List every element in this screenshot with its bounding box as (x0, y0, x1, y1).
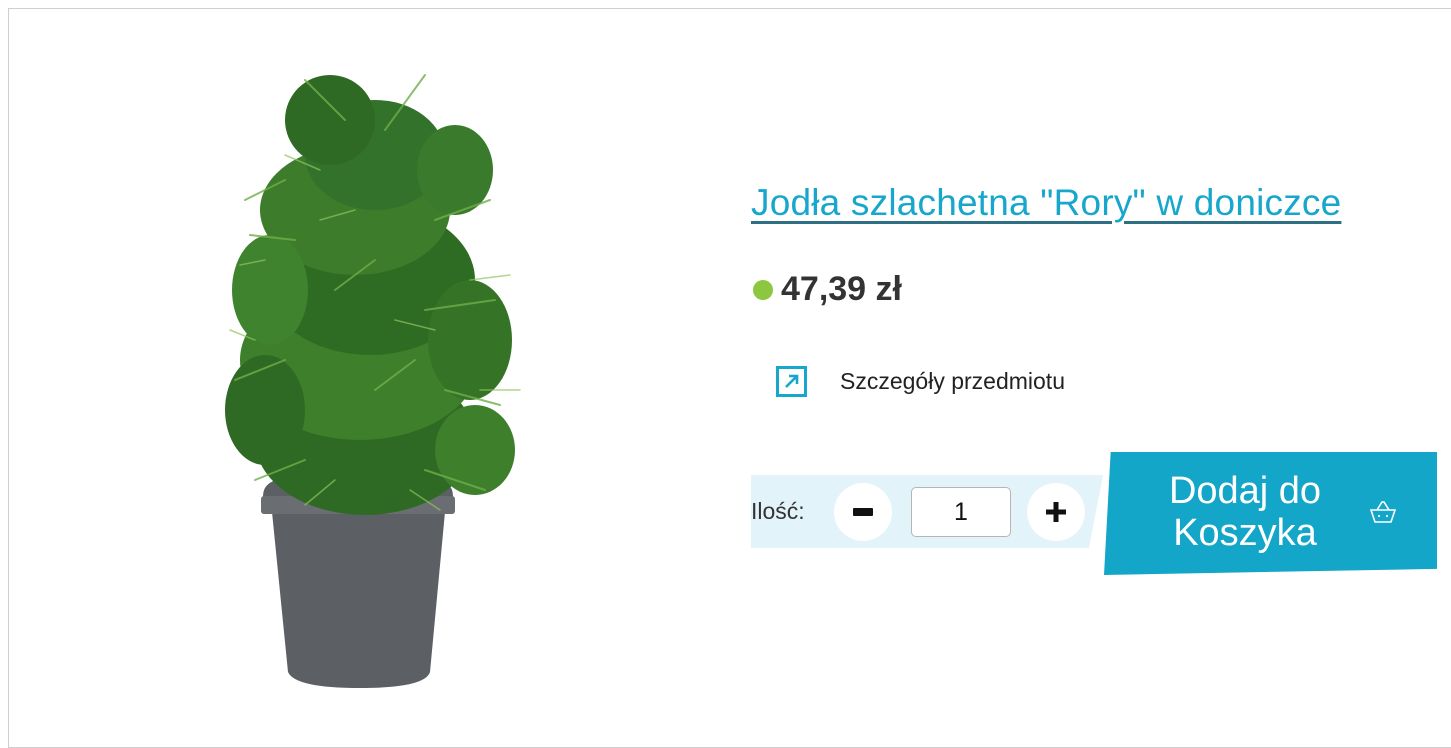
quantity-label: Ilość: (751, 498, 805, 524)
product-price: 47,39 zł (781, 270, 902, 308)
availability-dot (753, 279, 773, 300)
plus-icon (1046, 502, 1066, 522)
increase-quantity-button[interactable] (1027, 483, 1085, 541)
details-label: Szczegóły przedmiotu (840, 368, 1065, 394)
price-row: 47,39 zł (753, 270, 902, 309)
quantity-input[interactable] (911, 487, 1011, 537)
decrease-quantity-button[interactable] (834, 483, 892, 541)
add-to-cart-label-line2: Koszyka (1173, 512, 1317, 554)
basket-icon (1369, 501, 1397, 523)
add-to-cart-label-line1: Dodaj do (1168, 470, 1322, 512)
add-to-cart-label: Dodaj do Koszyka (1150, 470, 1340, 554)
external-link-arrow-icon (776, 366, 807, 397)
product-image[interactable] (225, 60, 525, 690)
product-details-link[interactable]: Szczegóły przedmiotu (776, 366, 1065, 397)
minus-icon (853, 508, 873, 516)
product-title[interactable]: Jodła szlachetna "Rory" w doniczce (751, 182, 1341, 224)
